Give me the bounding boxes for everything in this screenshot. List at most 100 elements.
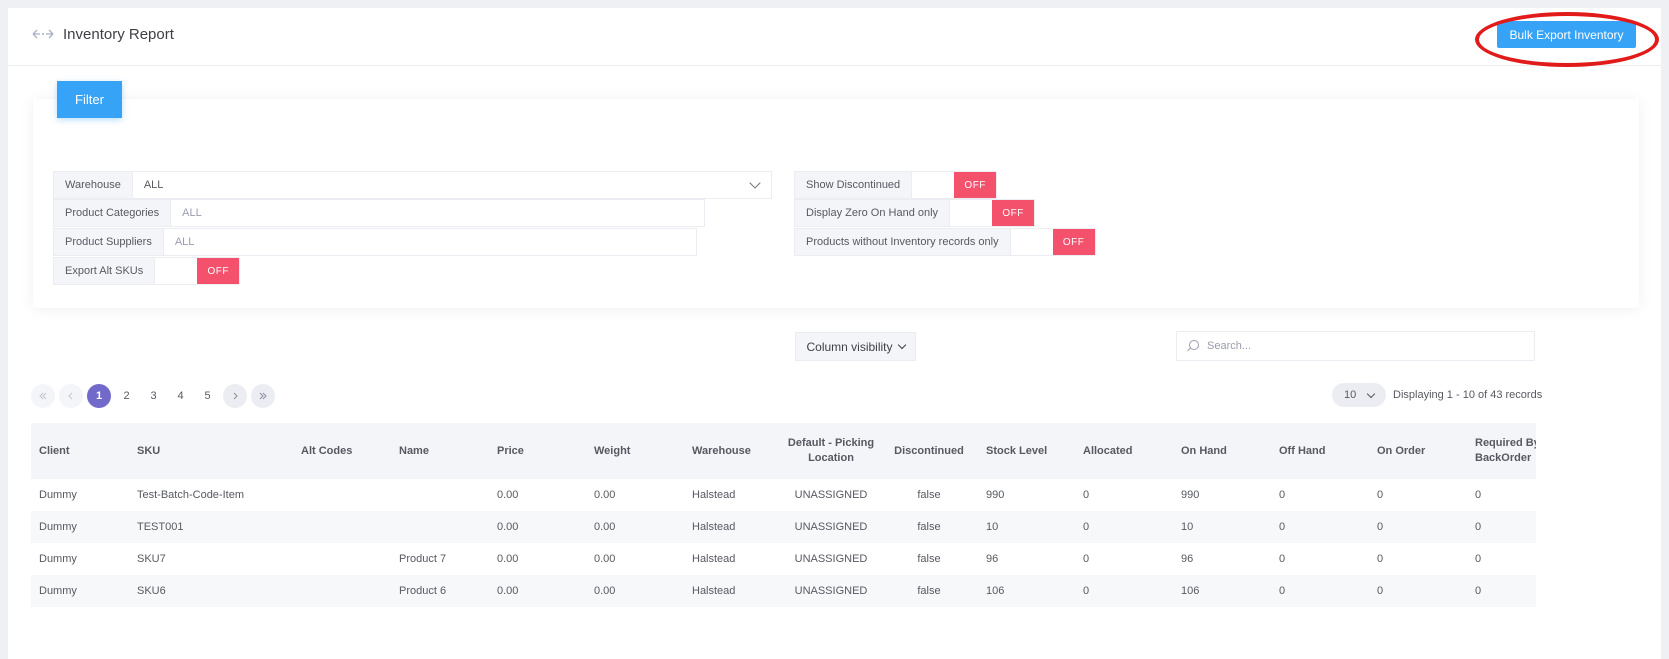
table-cell: 0.00 — [497, 585, 519, 597]
page-3-button[interactable]: 3 — [142, 384, 165, 408]
page-4-button[interactable]: 4 — [169, 384, 192, 408]
chevron-right-icon — [233, 392, 238, 400]
table-cell: 0 — [1475, 553, 1482, 565]
table-cell: 0 — [1377, 521, 1384, 533]
column-header-allocated[interactable]: Allocated — [1075, 423, 1173, 479]
table-cell: 0.00 — [497, 521, 519, 533]
arrows-horizontal-icon — [32, 29, 54, 39]
table-cell — [293, 543, 391, 575]
warehouse-value[interactable]: ALL — [133, 172, 771, 198]
table-cell — [293, 575, 391, 607]
warehouse-selected-value: ALL — [143, 179, 164, 191]
table-cell: 0 — [1475, 521, 1482, 533]
table-cell: UNASSIGNED — [794, 521, 868, 533]
table-cell: Dummy — [39, 553, 77, 565]
warehouse-label: Warehouse — [54, 172, 133, 198]
next-page-button[interactable] — [223, 384, 247, 408]
table-cell: 0.00 — [594, 489, 616, 501]
search-icon — [1187, 340, 1199, 352]
column-header-sku[interactable]: SKU — [129, 423, 293, 479]
table-cell: 990 — [1181, 489, 1200, 501]
table-cell: Dummy — [39, 585, 77, 597]
display-zero-on-hand-label: Display Zero On Hand only — [795, 200, 951, 226]
table-cell: 0 — [1279, 489, 1286, 501]
display-zero-on-hand-field: Display Zero On Hand only OFF — [794, 199, 1036, 227]
show-discontinued-toggle[interactable]: OFF — [954, 172, 997, 198]
table-cell: 0 — [1083, 553, 1090, 565]
column-header-weight[interactable]: Weight — [586, 423, 684, 479]
table-cell: 990 — [986, 489, 1005, 501]
product-categories-input[interactable]: ALL — [171, 200, 704, 226]
table-cell: Halstead — [692, 489, 736, 501]
table-cell: 0 — [1279, 521, 1286, 533]
export-alt-skus-toggle[interactable]: OFF — [197, 258, 240, 284]
search-input[interactable]: Search... — [1176, 331, 1535, 361]
table-cell: UNASSIGNED — [794, 585, 868, 597]
warehouse-select[interactable]: Warehouse ALL — [53, 171, 772, 199]
product-suppliers-input[interactable]: ALL — [164, 229, 696, 255]
column-header-picking-location[interactable]: Default - Picking Location — [782, 423, 880, 479]
column-visibility-button[interactable]: Column visibility — [795, 332, 916, 361]
column-header-on-hand[interactable]: On Hand — [1173, 423, 1271, 479]
table-cell: 0.00 — [594, 585, 616, 597]
table-cell: Product 7 — [399, 553, 447, 565]
products-without-inventory-label: Products without Inventory records only — [795, 229, 1011, 255]
column-visibility-label: Column visibility — [806, 339, 893, 354]
filter-tab[interactable]: Filter — [57, 81, 122, 118]
column-header-alt-codes[interactable]: Alt Codes — [293, 423, 391, 479]
table-cell: 0 — [1377, 489, 1384, 501]
table-cell: 0.00 — [497, 489, 519, 501]
table-cell: 96 — [986, 553, 999, 565]
table-cell: 0.00 — [594, 553, 616, 565]
table-row[interactable]: Dummy Test-Batch-Code-Item 0.00 0.00 Halstea… — [31, 479, 1536, 511]
table-cell: Dummy — [39, 489, 77, 501]
table-cell: false — [917, 585, 941, 597]
column-header-client[interactable]: Client — [31, 423, 129, 479]
last-page-button[interactable] — [251, 384, 275, 408]
table-cell: 0 — [1475, 585, 1482, 597]
page-2-button[interactable]: 2 — [115, 384, 138, 408]
table-cell: Halstead — [692, 553, 736, 565]
table-cell: SKU7 — [137, 553, 166, 565]
page-5-button[interactable]: 5 — [196, 384, 219, 408]
table-cell: 106 — [1181, 585, 1200, 597]
column-header-stock-level[interactable]: Stock Level — [978, 423, 1075, 479]
table-cell: 0 — [1475, 489, 1482, 501]
table-cell: 0.00 — [594, 521, 616, 533]
page-size-select[interactable]: 10 — [1332, 383, 1386, 407]
table-cell: UNASSIGNED — [794, 553, 868, 565]
first-page-button[interactable] — [31, 384, 55, 408]
inventory-table-container: Client SKU Alt Codes Name Price Weight W… — [31, 423, 1536, 659]
table-cell: Halstead — [692, 521, 736, 533]
products-without-inventory-toggle[interactable]: OFF — [1052, 229, 1095, 255]
column-header-name[interactable]: Name — [391, 423, 489, 479]
show-discontinued-field: Show Discontinued OFF — [794, 171, 998, 199]
column-header-warehouse[interactable]: Warehouse — [684, 423, 782, 479]
table-cell: Test-Batch-Code-Item — [137, 489, 244, 501]
table-cell: 0 — [1083, 585, 1090, 597]
table-cell: false — [917, 553, 941, 565]
prev-page-button[interactable] — [59, 384, 83, 408]
display-zero-on-hand-toggle[interactable]: OFF — [992, 200, 1035, 226]
table-row[interactable]: Dummy TEST001 0.00 0.00 Halstead UNASSIGNED fa… — [31, 511, 1536, 543]
page: Inventory Report Bulk Export Inventory F… — [8, 8, 1661, 659]
product-categories-label: Product Categories — [54, 200, 172, 226]
table-header-row: Client SKU Alt Codes Name Price Weight W… — [31, 423, 1536, 479]
double-chevron-right-icon — [259, 392, 267, 400]
table-cell: 10 — [986, 521, 999, 533]
table-cell: 0 — [1377, 585, 1384, 597]
double-chevron-left-icon — [39, 392, 47, 400]
column-header-off-hand[interactable]: Off Hand — [1271, 423, 1369, 479]
column-header-discontinued[interactable]: Discontinued — [880, 423, 978, 479]
table-cell — [391, 511, 489, 543]
table-row[interactable]: Dummy SKU6 Product 6 0.00 0.00 Halstead UNASSI… — [31, 575, 1536, 607]
column-header-required-by-backorder[interactable]: Required By BackOrder — [1467, 423, 1536, 479]
table-cell: 0 — [1083, 489, 1090, 501]
page-1-button[interactable]: 1 — [87, 384, 111, 408]
product-suppliers-field[interactable]: Product Suppliers ALL — [53, 228, 697, 256]
product-categories-field[interactable]: Product Categories ALL — [53, 199, 705, 227]
page-header: Inventory Report Bulk Export Inventory — [8, 8, 1661, 67]
column-header-on-order[interactable]: On Order — [1369, 423, 1467, 479]
table-row[interactable]: Dummy SKU7 Product 7 0.00 0.00 Halstead UNASSI… — [31, 543, 1536, 575]
column-header-price[interactable]: Price — [489, 423, 586, 479]
